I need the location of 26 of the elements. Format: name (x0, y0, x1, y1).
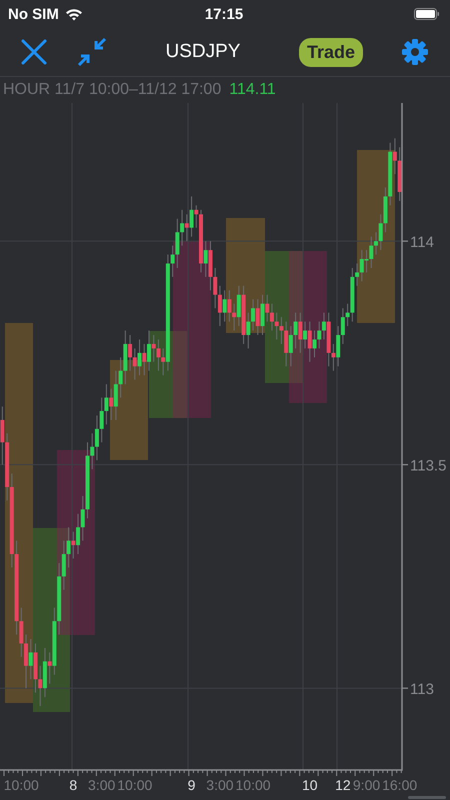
time-axis-label: 12 (335, 777, 351, 793)
current-price: 114.11 (229, 81, 276, 99)
price-axis-label: 114 (410, 234, 434, 252)
time-axis-label: 10:00 (4, 777, 39, 793)
close-icon[interactable] (21, 39, 47, 65)
collapse-arrows-icon[interactable] (77, 37, 107, 67)
time-axis-label: 10 (302, 777, 318, 793)
time-axis-label: 3:00 (88, 777, 116, 793)
settings-icon[interactable] (401, 38, 429, 66)
price-axis-label: 113 (410, 681, 434, 698)
clock-time: 17:15 (204, 6, 244, 22)
time-axis-label: 8 (69, 777, 78, 793)
time-axis-label: 9 (188, 777, 196, 793)
battery-icon (414, 8, 440, 20)
price-axis-label: 113.5 (410, 458, 446, 475)
trade-button[interactable]: Trade (298, 38, 363, 66)
time-axis-label: 16:00 (382, 777, 418, 793)
time-axis-label: 10:00 (117, 777, 152, 793)
wifi-icon (64, 8, 83, 20)
time-axis-label: 10:00 (236, 777, 271, 793)
carrier-name: No SIM (8, 6, 59, 22)
symbol-title: USDJPY (166, 41, 240, 63)
scroll-indicator (408, 796, 446, 799)
time-axis-label: 9:00 (352, 777, 380, 793)
time-range-label: HOUR 11/7 10:00–11/12 17:00 (3, 81, 222, 99)
time-axis-label: 3:00 (206, 777, 234, 793)
